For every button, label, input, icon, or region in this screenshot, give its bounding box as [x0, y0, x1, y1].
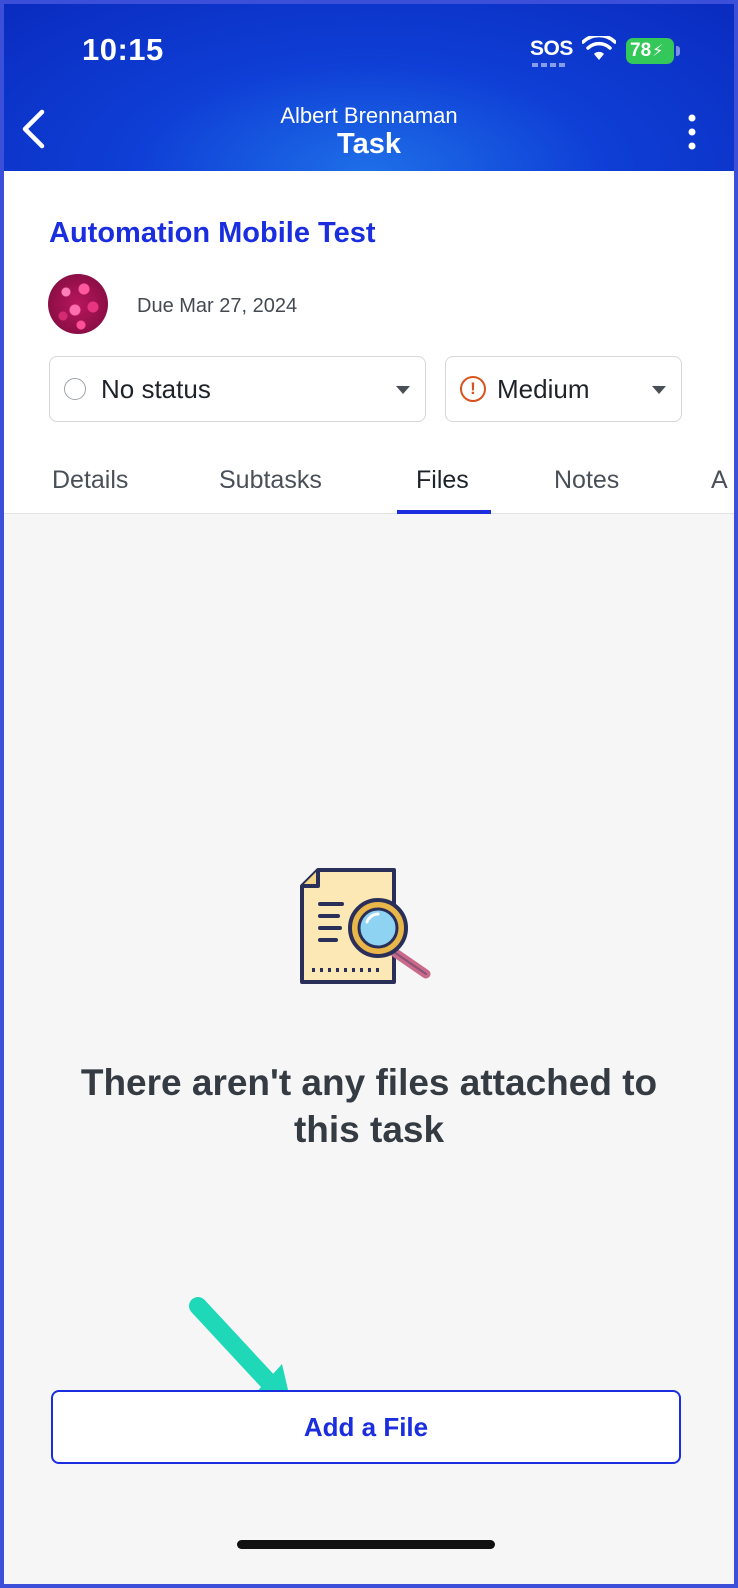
- status-value: No status: [101, 374, 211, 404]
- due-date: Due Mar 27, 2024: [137, 295, 298, 317]
- home-indicator: [237, 1540, 495, 1549]
- avatar[interactable]: [48, 274, 108, 334]
- tab-notes[interactable]: Notes: [554, 466, 619, 495]
- battery-cap: [676, 46, 680, 56]
- tab-bar: Details Subtasks Files Notes A: [4, 454, 734, 514]
- add-file-button[interactable]: Add a File: [51, 1390, 681, 1464]
- tab-details[interactable]: Details: [52, 466, 128, 495]
- tab-activity[interactable]: A: [711, 466, 728, 495]
- caret-down-icon: [652, 386, 666, 394]
- status-circle-icon: [64, 378, 86, 400]
- caret-down-icon: [396, 386, 410, 394]
- priority-dropdown[interactable]: ! Medium: [445, 356, 682, 422]
- task-title: Automation Mobile Test: [49, 217, 376, 249]
- header-title: Task: [337, 128, 401, 160]
- priority-value: Medium: [497, 374, 590, 404]
- alert-circle-icon: !: [460, 376, 486, 402]
- task-card: Automation Mobile Test Due Mar 27, 2024 …: [4, 171, 734, 514]
- file-search-illustration-icon: [300, 868, 431, 984]
- empty-state-message: There aren't any files attached to this …: [80, 1062, 658, 1150]
- more-vertical-icon[interactable]: [687, 114, 697, 150]
- header-subtitle: Albert Brennaman: [280, 103, 458, 128]
- app-header: 10:15 SOS 78 ⚡ Albert Brennaman Task: [4, 4, 734, 171]
- signal-dots: [532, 63, 568, 67]
- status-time: 10:15: [82, 32, 164, 67]
- sos-indicator: SOS: [530, 37, 573, 60]
- battery-icon: 78 ⚡: [626, 38, 674, 64]
- battery-level: 78: [630, 40, 652, 61]
- charging-bolt-icon: ⚡: [652, 43, 664, 60]
- tab-files[interactable]: Files: [416, 466, 469, 495]
- wifi-icon: [582, 36, 616, 60]
- status-dropdown[interactable]: No status: [49, 356, 426, 422]
- active-tab-indicator: [397, 510, 491, 514]
- tab-subtasks[interactable]: Subtasks: [219, 466, 322, 495]
- app-frame: 10:15 SOS 78 ⚡ Albert Brennaman Task Aut…: [0, 0, 738, 1588]
